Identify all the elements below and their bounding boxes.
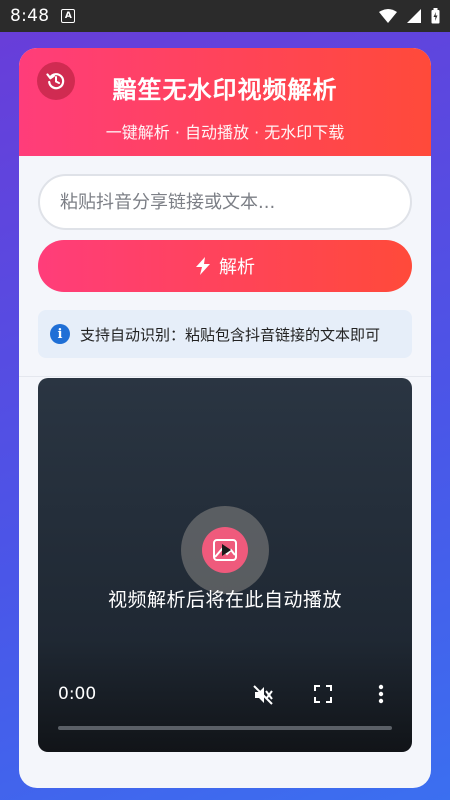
cell-signal-icon [407,9,421,23]
parse-button[interactable]: 解析 [38,240,412,292]
wifi-icon [379,9,397,23]
main-card: 黯笙无水印视频解析 一键解析 · 自动播放 · 无水印下载 解析 i 支持自动识… [19,48,431,788]
video-section: 视频解析后将在此自动播放 0:00 [19,378,431,752]
info-icon: i [50,324,70,344]
app-subtitle: 一键解析 · 自动播放 · 无水印下载 [105,123,345,142]
player-controls: 0:00 [38,672,412,752]
video-player[interactable]: 视频解析后将在此自动播放 0:00 [38,378,412,752]
app-title: 黯笙无水印视频解析 [112,76,338,104]
more-options-icon[interactable] [378,684,384,704]
hint-text: 支持自动识别：粘贴包含抖音链接的文本即可 [80,325,381,344]
section-divider [19,376,431,377]
lightning-icon [196,257,210,275]
hint-box: i 支持自动识别：粘贴包含抖音链接的文本即可 [38,310,412,358]
status-indicators [379,8,440,24]
player-placeholder-text: 视频解析后将在此自动播放 [107,589,342,611]
progress-bar[interactable] [58,726,392,730]
input-section: 解析 i 支持自动识别：粘贴包含抖音链接的文本即可 [19,156,431,358]
status-bar: 8:48 A [0,0,450,32]
battery-icon [431,8,440,24]
history-button[interactable] [37,62,75,100]
app-notification-icon: A [61,9,76,23]
mute-icon[interactable] [252,684,274,706]
fullscreen-icon[interactable] [314,685,332,703]
current-time: 0:00 [58,684,97,704]
status-time: 8:48 [10,6,50,26]
header: 黯笙无水印视频解析 一键解析 · 自动播放 · 无水印下载 [19,48,431,156]
history-icon [46,73,65,90]
share-link-input[interactable] [38,174,412,230]
play-overlay-button[interactable] [181,506,269,594]
video-placeholder-icon [202,527,248,573]
parse-button-label: 解析 [219,257,255,278]
